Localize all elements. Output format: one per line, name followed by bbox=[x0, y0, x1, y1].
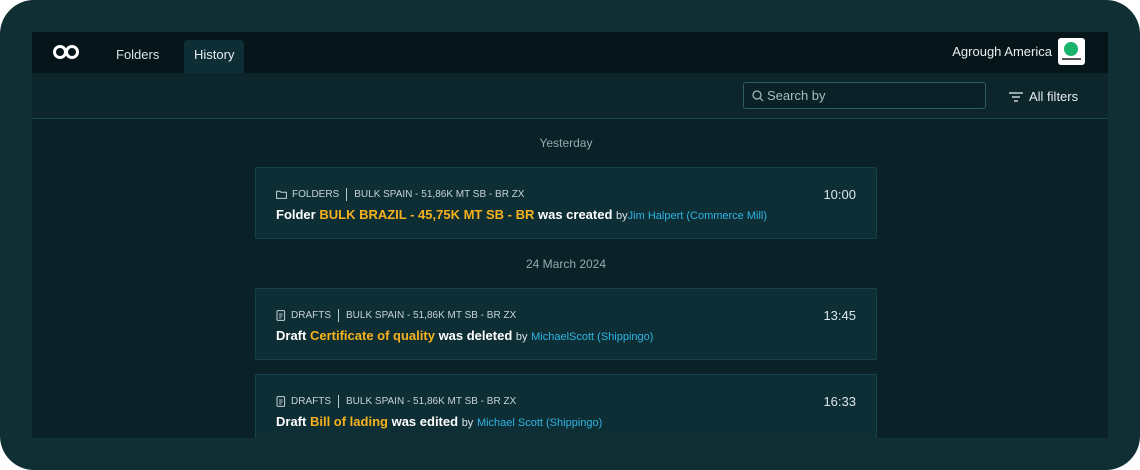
top-navigation-bar: Folders History Agrough America bbox=[32, 32, 1108, 73]
history-entry-draft-deleted[interactable]: DRAFTS BULK SPAIN - 51,86K MT SB - BR ZX… bbox=[255, 288, 877, 360]
entry-lead: Draft bbox=[276, 328, 307, 343]
entry-time: 10:00 bbox=[823, 187, 856, 202]
entry-category: DRAFTS bbox=[291, 395, 331, 407]
app-screen: Folders History Agrough America Search b… bbox=[32, 32, 1108, 438]
entry-description: Folder BULK BRAZIL - 45,75K MT SB - BR w… bbox=[276, 207, 767, 222]
organization-logo-wordmark bbox=[1062, 58, 1081, 60]
entry-action: was deleted bbox=[438, 328, 513, 343]
all-filters-label: All filters bbox=[1029, 89, 1079, 104]
entry-reference[interactable]: BULK SPAIN - 51,86K MT SB - BR ZX bbox=[346, 310, 516, 321]
draft-icon bbox=[276, 309, 286, 321]
organization-logo-mark bbox=[1064, 42, 1078, 56]
app-logo-icon[interactable] bbox=[52, 44, 80, 60]
entry-description: Draft Certificate of quality was deleted… bbox=[276, 328, 653, 343]
entry-lead: Draft bbox=[276, 414, 307, 429]
entry-time: 16:33 bbox=[823, 394, 856, 409]
date-heading-yesterday: Yesterday bbox=[539, 136, 593, 150]
history-entry-draft-edited[interactable]: DRAFTS BULK SPAIN - 51,86K MT SB - BR ZX… bbox=[255, 374, 877, 438]
history-entry-folder-created[interactable]: FOLDERS BULK SPAIN - 51,86K MT SB - BR Z… bbox=[255, 167, 877, 239]
meta-divider bbox=[338, 394, 339, 408]
entry-reference[interactable]: BULK SPAIN - 51,86K MT SB - BR ZX bbox=[346, 396, 516, 407]
entry-subject-link[interactable]: Bill of lading bbox=[310, 414, 388, 429]
search-input[interactable] bbox=[767, 83, 977, 108]
meta-divider bbox=[338, 308, 339, 322]
entry-category: FOLDERS bbox=[292, 188, 340, 200]
entry-by: by bbox=[616, 210, 628, 222]
entry-lead: Folder bbox=[276, 207, 316, 222]
organization-name[interactable]: Agrough America bbox=[952, 44, 1052, 59]
entry-actor-link[interactable]: Jim Halpert (Commerce Mill) bbox=[628, 210, 767, 222]
entry-actor-link[interactable]: Michael Scott (Shippingo) bbox=[477, 417, 602, 429]
entry-reference[interactable]: BULK SPAIN - 51,86K MT SB - BR ZX bbox=[354, 189, 524, 200]
entry-description: Draft Bill of lading was edited by Micha… bbox=[276, 414, 602, 429]
filter-icon bbox=[1009, 92, 1023, 102]
meta-divider bbox=[346, 187, 348, 201]
tab-history[interactable]: History bbox=[184, 40, 245, 73]
entry-actor-link[interactable]: MichaelScott (Shippingo) bbox=[531, 331, 653, 343]
device-frame: Folders History Agrough America Search b… bbox=[0, 0, 1140, 470]
entry-category: DRAFTS bbox=[291, 309, 331, 321]
draft-icon bbox=[276, 395, 286, 407]
entry-by: by bbox=[461, 417, 474, 429]
entry-subject-link[interactable]: BULK BRAZIL - 45,75K MT SB - BR bbox=[319, 207, 534, 222]
entry-subject-link[interactable]: Certificate of quality bbox=[310, 328, 435, 343]
entry-by: by bbox=[515, 331, 528, 343]
tab-folders[interactable]: Folders bbox=[106, 40, 169, 73]
history-toolbar: All filters bbox=[32, 73, 1108, 119]
search-icon bbox=[752, 90, 764, 102]
date-heading-24-march-2024: 24 March 2024 bbox=[525, 257, 607, 271]
search-box[interactable] bbox=[743, 82, 986, 109]
entry-time: 13:45 bbox=[823, 308, 856, 323]
organization-logo-avatar[interactable] bbox=[1058, 38, 1085, 65]
entry-meta: DRAFTS BULK SPAIN - 51,86K MT SB - BR ZX bbox=[276, 394, 516, 408]
entry-action: was edited bbox=[391, 414, 459, 429]
entry-meta: FOLDERS BULK SPAIN - 51,86K MT SB - BR Z… bbox=[276, 187, 524, 201]
entry-meta: DRAFTS BULK SPAIN - 51,86K MT SB - BR ZX bbox=[276, 308, 516, 322]
folder-icon bbox=[276, 190, 287, 199]
entry-action: was created bbox=[537, 207, 613, 222]
